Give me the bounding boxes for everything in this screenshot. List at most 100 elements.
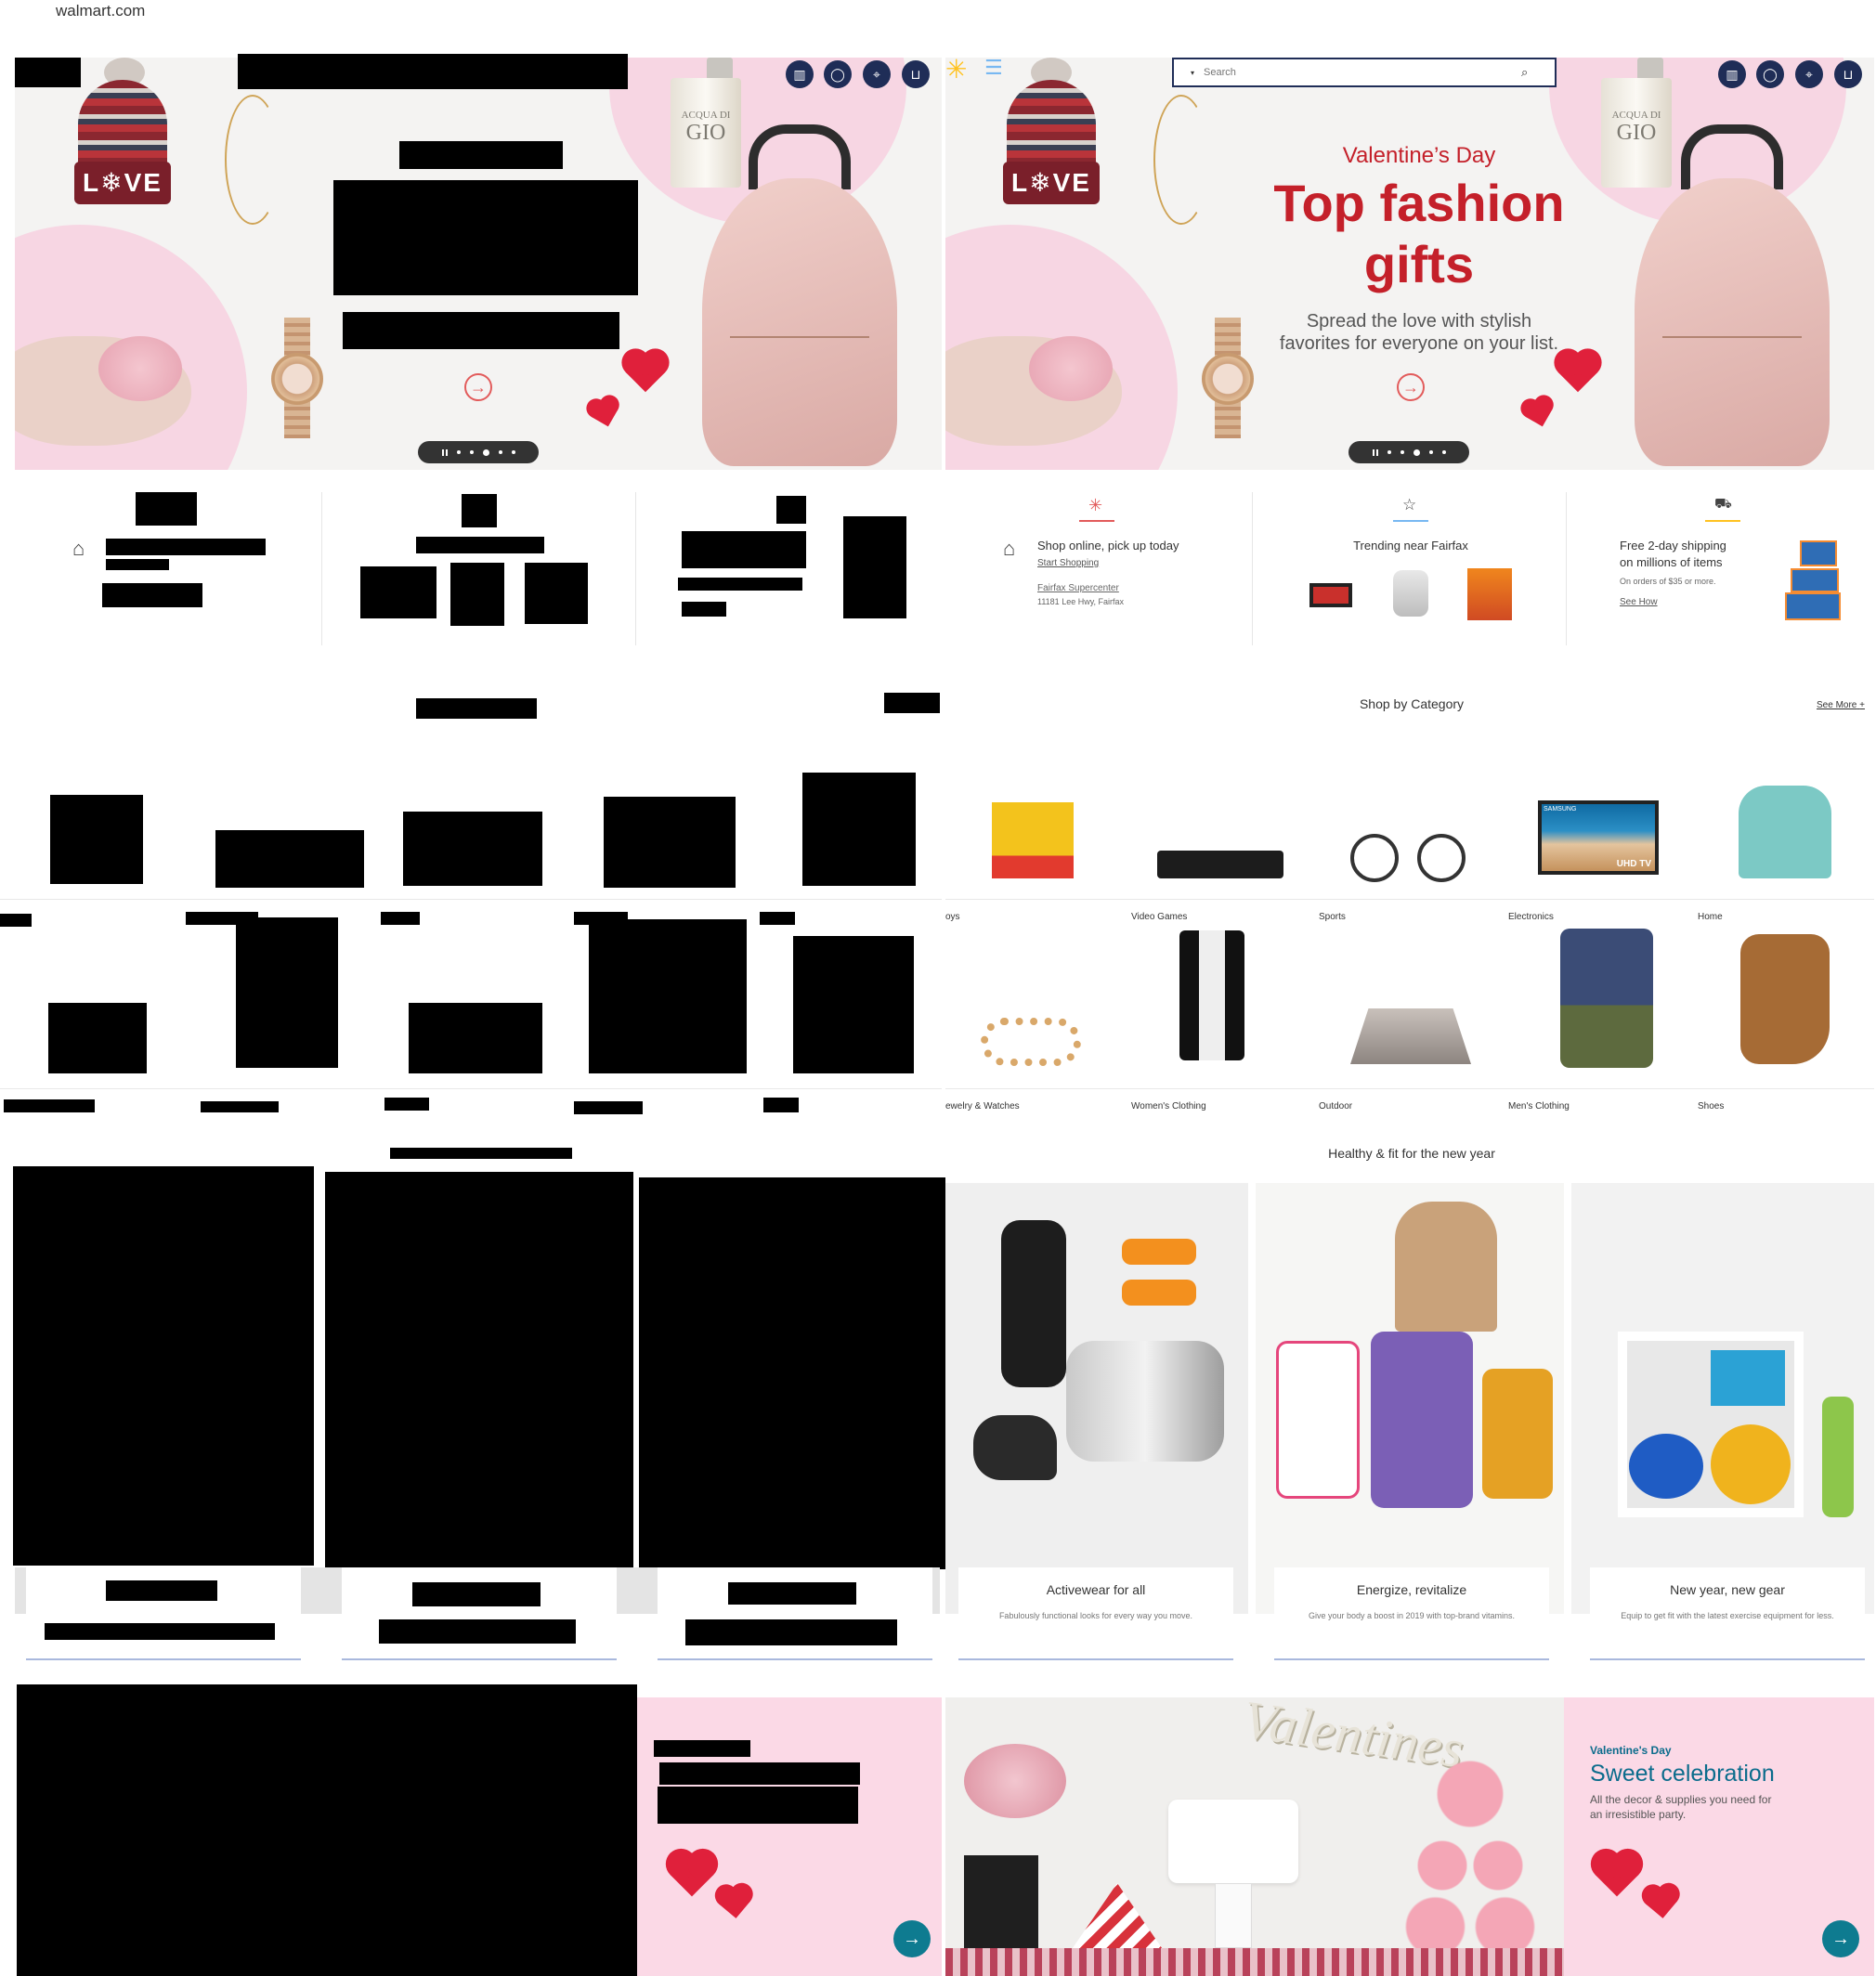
carousel-dot[interactable] — [1428, 450, 1433, 454]
shipping-feature[interactable]: Free 2-day shipping on millions of items… — [1620, 539, 1778, 607]
category-label-video-games[interactable]: Video Games — [1131, 912, 1187, 922]
category-label-jewelry[interactable]: ewelry & Watches — [945, 1101, 1020, 1112]
search-input[interactable] — [1204, 67, 1511, 78]
category-image-video-games[interactable] — [1157, 851, 1283, 878]
trending-product-console[interactable] — [1309, 583, 1352, 607]
party-photo[interactable]: Valentines — [945, 1697, 1564, 1976]
pickup-feature[interactable]: Shop online, pick up today Start Shoppin… — [1037, 539, 1223, 606]
trending-product-ricecooker[interactable] — [1393, 570, 1428, 617]
plus-icon: + — [1859, 700, 1865, 710]
leggings-image — [1001, 1220, 1066, 1387]
category-label-home[interactable]: Home — [1698, 912, 1723, 922]
card-description: Give your body a boost in 2019 with top-… — [1308, 1611, 1516, 1620]
category-image-mens-clothing[interactable] — [1560, 929, 1653, 1068]
redaction-block — [574, 1101, 643, 1114]
category-label-toys[interactable]: oys — [945, 912, 960, 922]
activewear-photo[interactable] — [945, 1183, 1248, 1614]
store-name-link[interactable]: Fairfax Supercenter — [1037, 583, 1223, 593]
redaction-block — [450, 563, 504, 626]
category-image-home[interactable] — [1739, 786, 1831, 878]
category-image-sports[interactable] — [1350, 834, 1399, 882]
healthy-card[interactable]: New year, new gear Equip to get fit with… — [1590, 1567, 1865, 1657]
category-label-mens-clothing[interactable]: Men's Clothing — [1508, 1101, 1570, 1112]
category-image-toys[interactable] — [992, 802, 1074, 878]
menu-icon[interactable]: ☰ — [984, 58, 1003, 80]
start-shopping-link[interactable]: Start Shopping — [1037, 558, 1223, 568]
healthy-card[interactable]: Energize, revitalize Give your body a bo… — [1274, 1567, 1549, 1657]
shipping-box-image — [1785, 592, 1841, 620]
search-box[interactable]: ▾ ⌕ — [1172, 58, 1557, 87]
carousel-dot[interactable] — [511, 450, 515, 454]
shipping-title-line: on millions of items — [1620, 555, 1723, 569]
redaction-block — [50, 795, 143, 884]
category-image-outdoor[interactable] — [1350, 1008, 1471, 1064]
redaction-block — [685, 1619, 897, 1645]
category-label-sports[interactable]: Sports — [1319, 912, 1346, 922]
heart-decoration — [1525, 399, 1553, 427]
account-icon[interactable]: ◯ — [824, 60, 852, 88]
reorder-icon[interactable]: ▥ — [786, 60, 814, 88]
cart-icon[interactable]: ⊔ — [1834, 60, 1862, 88]
pause-icon[interactable] — [441, 448, 448, 456]
trending-product-box[interactable] — [1467, 568, 1512, 620]
category-image-jewelry[interactable] — [981, 1018, 1081, 1066]
category-label-outdoor[interactable]: Outdoor — [1319, 1101, 1352, 1112]
carousel-dot[interactable] — [1441, 450, 1446, 454]
carousel-dot[interactable] — [1400, 450, 1404, 454]
carousel-dot[interactable] — [456, 450, 461, 454]
promo-arrow-icon[interactable]: → — [893, 1920, 931, 1957]
wristwatch — [1202, 353, 1254, 405]
hero-next-arrow-icon[interactable]: → — [1397, 373, 1425, 401]
carousel-dot-active[interactable] — [1413, 448, 1420, 456]
redaction-block — [390, 1148, 572, 1159]
category-image-electronics[interactable]: SAMSUNG UHD TV — [1538, 800, 1659, 875]
redaction-block — [403, 812, 542, 886]
category-label-womens-clothing[interactable]: Women's Clothing — [1131, 1101, 1206, 1112]
carousel-dot-active[interactable] — [482, 448, 489, 456]
category-label-shoes[interactable]: Shoes — [1698, 1101, 1724, 1112]
category-image-shoes[interactable] — [1740, 934, 1830, 1064]
carousel-dot[interactable] — [498, 450, 502, 454]
redaction-block — [654, 1740, 750, 1757]
redaction-block — [412, 1582, 541, 1606]
beanie-hat — [78, 80, 167, 169]
carousel-dot[interactable] — [1387, 450, 1391, 454]
promo-arrow-icon[interactable]: → — [1822, 1920, 1859, 1957]
healthy-card[interactable]: Activewear for all Fabulously functional… — [958, 1567, 1233, 1657]
hero-next-arrow-icon[interactable]: → — [464, 373, 492, 401]
carousel-dot[interactable] — [469, 450, 474, 454]
vitamins-photo[interactable] — [1256, 1183, 1564, 1614]
account-icon[interactable]: ◯ — [1756, 60, 1784, 88]
trending-feature-title[interactable]: Trending near Fairfax — [1300, 539, 1521, 552]
category-image-sports[interactable] — [1417, 834, 1466, 882]
see-how-link[interactable]: See How — [1620, 597, 1778, 607]
gear-photo[interactable] — [1571, 1183, 1874, 1614]
hero-title[interactable]: Top fashion gifts — [1205, 173, 1633, 295]
category-image-womens-clothing[interactable] — [1179, 930, 1244, 1060]
hero-carousel-dots[interactable] — [1348, 441, 1469, 463]
vitamin-bottle-image — [1276, 1341, 1360, 1499]
shop-by-category-title: Shop by Category — [1359, 696, 1465, 711]
search-dropdown-caret-icon[interactable]: ▾ — [1191, 69, 1194, 77]
hero-carousel-dots[interactable] — [418, 441, 539, 463]
cart-icon[interactable]: ⊔ — [902, 60, 930, 88]
redaction-block — [201, 1101, 279, 1112]
category-label-electronics[interactable]: Electronics — [1508, 912, 1554, 922]
promo-title[interactable]: Sweet celebration — [1590, 1761, 1775, 1788]
feature-divider — [1252, 492, 1253, 645]
cupcake-tower-image — [1400, 1753, 1540, 1957]
store-address: 11181 Lee Hwy, Fairfax — [1037, 597, 1125, 606]
location-icon[interactable]: ⌖ — [1795, 60, 1823, 88]
walmart-spark-logo-icon[interactable]: ✳ — [945, 58, 967, 84]
redaction-block — [102, 583, 202, 607]
see-more-link[interactable]: See More + — [1817, 700, 1865, 710]
redaction-block — [343, 312, 619, 349]
redaction-block — [728, 1582, 856, 1605]
location-icon[interactable]: ⌖ — [863, 60, 891, 88]
reorder-icon[interactable]: ▥ — [1718, 60, 1746, 88]
redaction-block — [238, 54, 628, 89]
search-icon[interactable]: ⌕ — [1521, 65, 1528, 80]
redaction-block — [843, 516, 906, 618]
redaction-block — [409, 1003, 542, 1073]
pause-icon[interactable] — [1372, 448, 1378, 456]
